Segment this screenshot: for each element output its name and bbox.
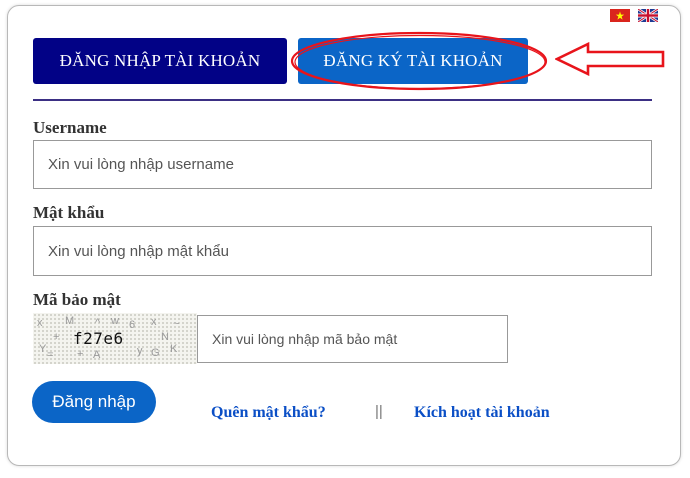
login-button[interactable]: Đăng nhập — [32, 381, 156, 423]
annotation-ellipse — [290, 31, 548, 91]
captcha-text: f27e6 — [73, 329, 124, 348]
tab-login[interactable]: ĐĂNG NHẬP TÀI KHOẢN — [33, 38, 287, 84]
activate-account-link[interactable]: Kích hoạt tài khoản — [414, 404, 550, 422]
forgot-password-link[interactable]: Quên mật khẩu? — [211, 404, 326, 422]
captcha-input[interactable] — [197, 315, 508, 363]
uk-flag-icon[interactable] — [638, 9, 658, 22]
captcha-label: Mã bảo mật — [33, 290, 121, 309]
tab-divider — [33, 99, 652, 101]
password-label: Mật khẩu — [33, 203, 105, 222]
username-input[interactable] — [33, 140, 652, 189]
captcha-image: x M ^ w 6 x ~ Y = + A y G K + N f27e6 — [33, 313, 197, 364]
password-input[interactable] — [33, 226, 652, 276]
username-label: Username — [33, 118, 107, 137]
annotation-arrow-icon — [555, 42, 665, 76]
vietnamese-flag-icon[interactable] — [610, 9, 630, 22]
link-separator: || — [375, 403, 383, 420]
